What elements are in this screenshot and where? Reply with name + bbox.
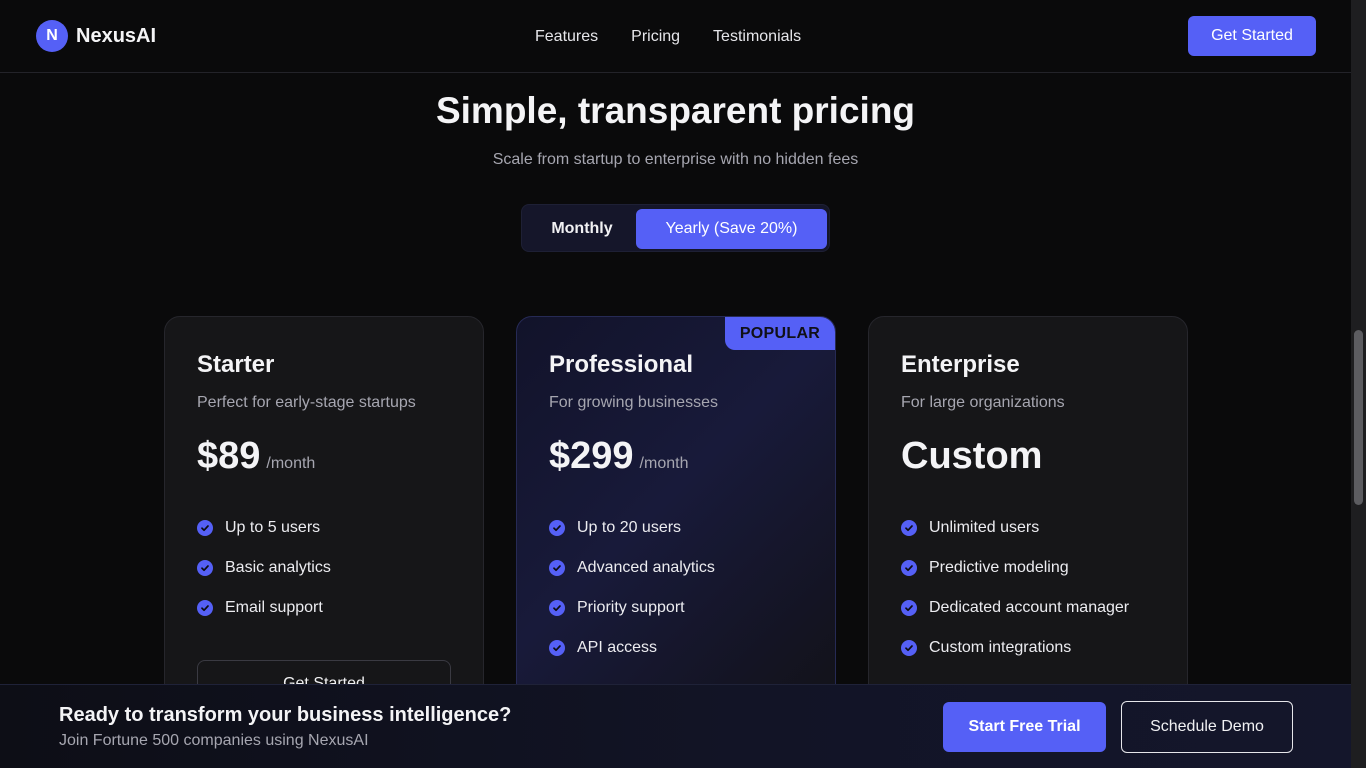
check-icon	[197, 560, 213, 576]
feature-label: Dedicated account manager	[929, 599, 1130, 616]
plan-description: For growing businesses	[549, 394, 718, 411]
plan-card-starter: Starter Perfect for early-stage startups…	[164, 316, 484, 736]
feature-item: Advanced analytics	[549, 548, 803, 588]
feature-item: Basic analytics	[197, 548, 451, 588]
plan-period: /month	[266, 455, 316, 472]
check-icon	[549, 520, 565, 536]
plan-name: Enterprise	[901, 351, 1020, 378]
feature-item: API access	[549, 628, 803, 668]
feature-list: Up to 5 users Basic analytics Email supp…	[197, 508, 451, 628]
navbar: N NexusAI Features Pricing Testimonials …	[0, 0, 1351, 73]
feature-label: Up to 5 users	[225, 519, 321, 536]
plan-description: Perfect for early-stage startups	[197, 394, 416, 411]
check-icon	[901, 520, 917, 536]
cta-heading: Ready to transform your business intelli…	[59, 704, 512, 726]
plan-card-professional: POPULAR Professional For growing busines…	[516, 316, 836, 736]
start-free-trial-button[interactable]: Start Free Trial	[943, 702, 1106, 752]
feature-label: Up to 20 users	[577, 519, 682, 536]
price-row: Custom	[901, 435, 1155, 479]
feature-item: Up to 20 users	[549, 508, 803, 548]
feature-list: Unlimited users Predictive modeling Dedi…	[901, 508, 1155, 668]
feature-item: Priority support	[549, 588, 803, 628]
schedule-demo-button[interactable]: Schedule Demo	[1121, 701, 1293, 753]
feature-label: Priority support	[577, 599, 685, 616]
pricing-title: Simple, transparent pricing	[435, 90, 916, 131]
check-icon	[549, 640, 565, 656]
billing-toggle: Monthly Yearly (Save 20%)	[521, 204, 830, 252]
feature-item: Unlimited users	[901, 508, 1155, 548]
nav-link-features[interactable]: Features	[535, 28, 598, 46]
brand[interactable]: N NexusAI	[36, 20, 156, 52]
feature-list: Up to 20 users Advanced analytics Priori…	[549, 508, 803, 668]
scrollbar-thumb[interactable]	[1354, 330, 1363, 505]
plan-price: $89	[197, 435, 261, 477]
nav-link-pricing[interactable]: Pricing	[631, 28, 680, 46]
feature-label: Custom integrations	[929, 639, 1072, 656]
feature-item: Email support	[197, 588, 451, 628]
toggle-yearly[interactable]: Yearly (Save 20%)	[636, 209, 827, 249]
check-icon	[901, 600, 917, 616]
feature-label: API access	[577, 639, 658, 656]
plan-price: $299	[549, 435, 634, 477]
price-row: $299 /month	[549, 435, 803, 479]
toggle-monthly[interactable]: Monthly	[528, 209, 636, 249]
check-icon	[197, 520, 213, 536]
plan-description: For large organizations	[901, 394, 1065, 411]
feature-label: Email support	[225, 599, 323, 616]
feature-label: Advanced analytics	[577, 559, 715, 576]
feature-item: Predictive modeling	[901, 548, 1155, 588]
feature-label: Basic analytics	[225, 559, 331, 576]
check-icon	[549, 600, 565, 616]
header-get-started-button[interactable]: Get Started	[1188, 16, 1316, 56]
plan-period: /month	[639, 455, 689, 472]
feature-item: Up to 5 users	[197, 508, 451, 548]
feature-item: Custom integrations	[901, 628, 1155, 668]
check-icon	[549, 560, 565, 576]
page-scrollbar[interactable]	[1351, 0, 1366, 768]
page: N NexusAI Features Pricing Testimonials …	[0, 0, 1366, 768]
price-row: $89 /month	[197, 435, 451, 479]
pricing-subtitle: Scale from startup to enterprise with no…	[492, 151, 859, 168]
nav-links: Features Pricing Testimonials	[535, 0, 801, 73]
check-icon	[901, 560, 917, 576]
plan-card-enterprise: Enterprise For large organizations Custo…	[868, 316, 1188, 736]
cta-subtext: Join Fortune 500 companies using NexusAI	[59, 732, 369, 749]
plan-name: Professional	[549, 351, 694, 378]
check-icon	[197, 600, 213, 616]
plan-name: Starter	[197, 351, 275, 378]
check-icon	[901, 640, 917, 656]
feature-label: Unlimited users	[929, 519, 1040, 536]
feature-item: Dedicated account manager	[901, 588, 1155, 628]
cta-bar: Ready to transform your business intelli…	[0, 684, 1351, 768]
brand-name: NexusAI	[76, 24, 157, 47]
plan-price: Custom	[901, 435, 1043, 477]
feature-label: Predictive modeling	[929, 559, 1069, 576]
nav-link-testimonials[interactable]: Testimonials	[713, 28, 801, 46]
popular-badge: POPULAR	[725, 317, 835, 350]
brand-logo-icon: N	[36, 20, 68, 52]
